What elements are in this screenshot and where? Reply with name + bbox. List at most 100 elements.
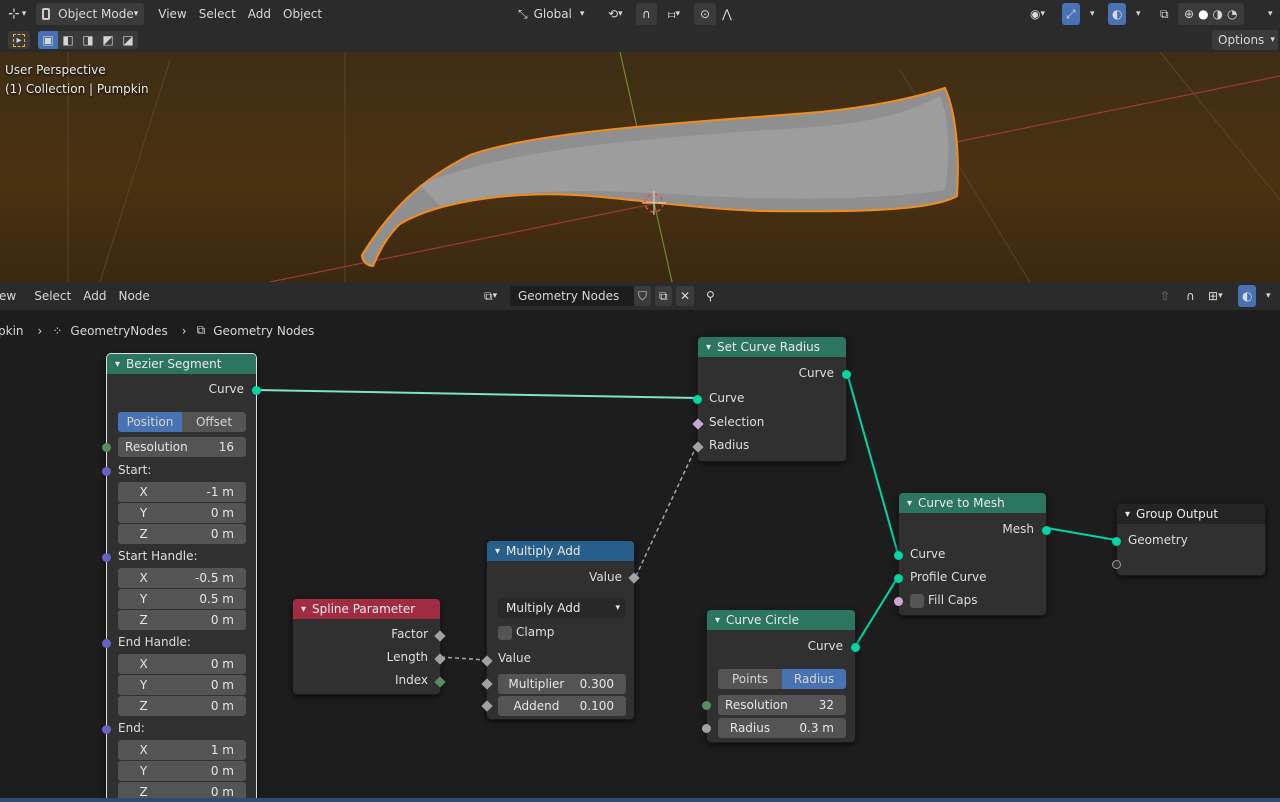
node-set-curve-radius[interactable]: ▾ Set Curve Radius Curve Curve Selection… <box>692 336 851 462</box>
node-curve-circle[interactable]: ▾ Curve Circle Curve Points Radius Resol… <box>702 609 860 743</box>
clamp-checkbox[interactable] <box>498 626 512 640</box>
mode-points-button[interactable]: Points <box>718 669 782 689</box>
node-header[interactable]: ▾ Bezier Segment <box>107 354 256 374</box>
editor-type-button[interactable]: ⊹ ▾ <box>2 3 32 25</box>
mode-dropdown[interactable]: Object Mode ▾ <box>36 3 145 25</box>
xray-toggle[interactable]: ⧉ <box>1154 3 1175 25</box>
node-title: Spline Parameter <box>312 602 416 616</box>
node-header[interactable]: ▾ Spline Parameter <box>293 599 440 619</box>
empty-input-socket[interactable] <box>1112 560 1121 569</box>
node-group-output[interactable]: ▾ Group Output Geometry <box>1112 503 1266 576</box>
falloff-button[interactable]: ⋀ <box>716 3 738 25</box>
rendered-shading-icon[interactable]: ◔ <box>1227 7 1237 21</box>
start-handle-x-field[interactable]: X -0.5 m <box>118 568 246 588</box>
radius-field[interactable]: Radius 0.3 m <box>718 718 846 738</box>
input-start-handle-socket[interactable] <box>102 553 111 562</box>
material-shading-icon[interactable]: ◑ <box>1213 7 1223 21</box>
mode-radius-button[interactable]: Radius <box>782 669 846 689</box>
chevron-down-icon[interactable]: ▾ <box>706 342 711 353</box>
snap-target-button[interactable]: ⧦ ▾ <box>662 3 686 25</box>
menu-object[interactable]: Object <box>277 3 328 25</box>
input-end-socket[interactable] <box>102 725 111 734</box>
gizmo-toggle[interactable]: ⤢ <box>1062 3 1080 25</box>
select-subtract-icon[interactable]: ◨ <box>78 31 98 49</box>
node-header[interactable]: ▾ Group Output <box>1117 504 1265 524</box>
chevron-down-icon[interactable]: ▾ <box>495 546 500 557</box>
pivot-point-button[interactable]: ⟲ ▾ <box>602 3 629 25</box>
start-x-field[interactable]: X -1 m <box>118 482 246 502</box>
input-resolution-socket[interactable] <box>702 701 711 710</box>
output-mesh-socket[interactable] <box>1042 526 1051 535</box>
proportional-edit-toggle[interactable]: ⊙ <box>694 3 717 25</box>
overlays-dropdown[interactable]: ▾ <box>1130 3 1147 25</box>
link-setradius-to-curvetomesh <box>846 372 899 555</box>
output-curve-socket[interactable] <box>851 643 860 652</box>
menu-view[interactable]: View <box>152 3 192 25</box>
start-handle-y-field[interactable]: Y 0.5 m <box>118 589 246 609</box>
shading-dropdown[interactable]: ▾ <box>1262 3 1279 25</box>
end-y-field[interactable]: Y 0 m <box>118 761 246 781</box>
input-geometry-socket[interactable] <box>1112 537 1121 546</box>
chevron-down-icon[interactable]: ▾ <box>301 604 306 615</box>
output-curve-socket[interactable] <box>252 386 261 395</box>
geometry-node-editor[interactable]: ew Select Add Node ⧉ ▾ Geometry Nodes ⛉ ⧉… <box>0 282 1280 802</box>
mode-offset-button[interactable]: Offset <box>182 412 246 432</box>
resolution-field[interactable]: Resolution 32 <box>718 695 846 715</box>
output-curve-socket[interactable] <box>842 370 851 379</box>
menu-select[interactable]: Select <box>193 3 242 25</box>
input-curve-socket[interactable] <box>894 551 903 560</box>
input-resolution-socket[interactable] <box>102 443 111 452</box>
select-new-icon[interactable]: ▣ <box>38 31 58 49</box>
orientation-dropdown[interactable]: ⤡ Global ▾ <box>512 3 590 25</box>
node-multiply-add[interactable]: ▾ Multiply Add Value Multiply Add ▾ Clam… <box>481 540 640 720</box>
node-header[interactable]: ▾ Curve to Mesh <box>899 493 1046 513</box>
chevron-down-icon[interactable]: ▾ <box>907 498 912 509</box>
options-dropdown[interactable]: Options ▾ <box>1212 30 1278 50</box>
solid-shading-icon[interactable]: ● <box>1198 7 1208 21</box>
input-profile-socket[interactable] <box>894 574 903 583</box>
menu-add[interactable]: Add <box>242 3 277 25</box>
start-z-field[interactable]: Z 0 m <box>118 524 246 544</box>
start-handle-z-field[interactable]: Z 0 m <box>118 610 246 630</box>
chevron-down-icon[interactable]: ▾ <box>715 615 720 626</box>
field-value: 0 m <box>210 613 234 627</box>
addend-field[interactable]: Addend 0.100 <box>498 696 626 716</box>
select-invert-icon[interactable]: ◩ <box>98 31 118 49</box>
end-handle-y-field[interactable]: Y 0 m <box>118 675 246 695</box>
input-radius-socket[interactable] <box>702 724 711 733</box>
overlays-toggle[interactable]: ◐ <box>1108 3 1127 25</box>
fill-caps-checkbox[interactable] <box>910 594 924 608</box>
node-header[interactable]: ▾ Set Curve Radius <box>698 337 846 357</box>
input-start-socket[interactable] <box>102 467 111 476</box>
end-handle-label: End Handle: <box>118 635 191 649</box>
operation-dropdown[interactable]: Multiply Add ▾ <box>498 598 626 618</box>
chevron-down-icon[interactable]: ▾ <box>1125 509 1130 520</box>
end-handle-x-field[interactable]: X 0 m <box>118 654 246 674</box>
snap-toggle[interactable]: ∩ <box>636 3 657 25</box>
start-y-field[interactable]: Y 0 m <box>118 503 246 523</box>
node-spline-parameter[interactable]: ▾ Spline Parameter Factor Length Index <box>292 598 446 695</box>
fill-caps-label: Fill Caps <box>928 593 978 607</box>
chevron-down-icon: ▾ <box>675 9 680 19</box>
input-end-handle-socket[interactable] <box>102 639 111 648</box>
end-handle-z-field[interactable]: Z 0 m <box>118 696 246 716</box>
select-intersect-icon[interactable]: ◪ <box>118 31 138 49</box>
node-header[interactable]: ▾ Multiply Add <box>487 541 634 561</box>
input-curve-socket[interactable] <box>693 395 702 404</box>
wireframe-shading-icon[interactable]: ⊕ <box>1184 7 1194 21</box>
node-bezier-segment[interactable]: ▾ Bezier Segment Curve Position Offset R… <box>102 353 261 802</box>
chevron-down-icon[interactable]: ▾ <box>115 359 120 370</box>
input-fill-caps-socket[interactable] <box>894 597 903 606</box>
node-header[interactable]: ▾ Curve Circle <box>707 610 855 630</box>
multiplier-field[interactable]: Multiplier 0.300 <box>498 674 626 694</box>
3d-viewport[interactable]: ⊹ ▾ Object Mode ▾ View Select Add Object … <box>0 0 1280 282</box>
mode-position-button[interactable]: Position <box>118 412 182 432</box>
select-extend-icon[interactable]: ◧ <box>58 31 78 49</box>
visibility-button[interactable]: ◉ ▾ <box>1024 3 1051 25</box>
gizmo-dropdown[interactable]: ▾ <box>1084 3 1101 25</box>
node-curve-to-mesh[interactable]: ▾ Curve to Mesh Mesh Curve Profile Curve… <box>894 492 1051 616</box>
node-title: Curve Circle <box>726 613 799 627</box>
end-x-field[interactable]: X 1 m <box>118 740 246 760</box>
resolution-field[interactable]: Resolution 16 <box>118 437 246 457</box>
select-tool-button[interactable]: ▸ <box>8 31 30 49</box>
